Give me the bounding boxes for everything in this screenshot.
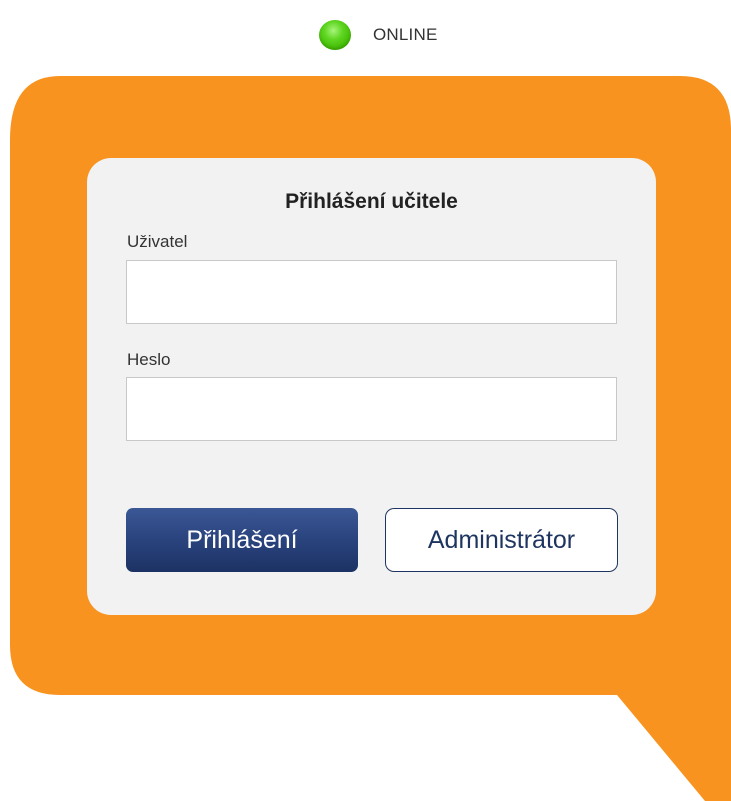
username-label: Uživatel xyxy=(127,232,188,251)
password-input[interactable] xyxy=(126,377,617,441)
password-label: Heslo xyxy=(127,350,171,369)
login-page: ONLINE Přihlášení učitele Uživatel Heslo… xyxy=(0,0,731,801)
administrator-button[interactable]: Administrátor xyxy=(385,508,618,572)
login-title: Přihlášení učitele xyxy=(285,190,458,213)
login-button[interactable]: Přihlášení xyxy=(126,508,358,572)
username-input[interactable] xyxy=(126,260,617,324)
login-card: Přihlášení učitele Uživatel Heslo Přihlá… xyxy=(87,158,656,615)
